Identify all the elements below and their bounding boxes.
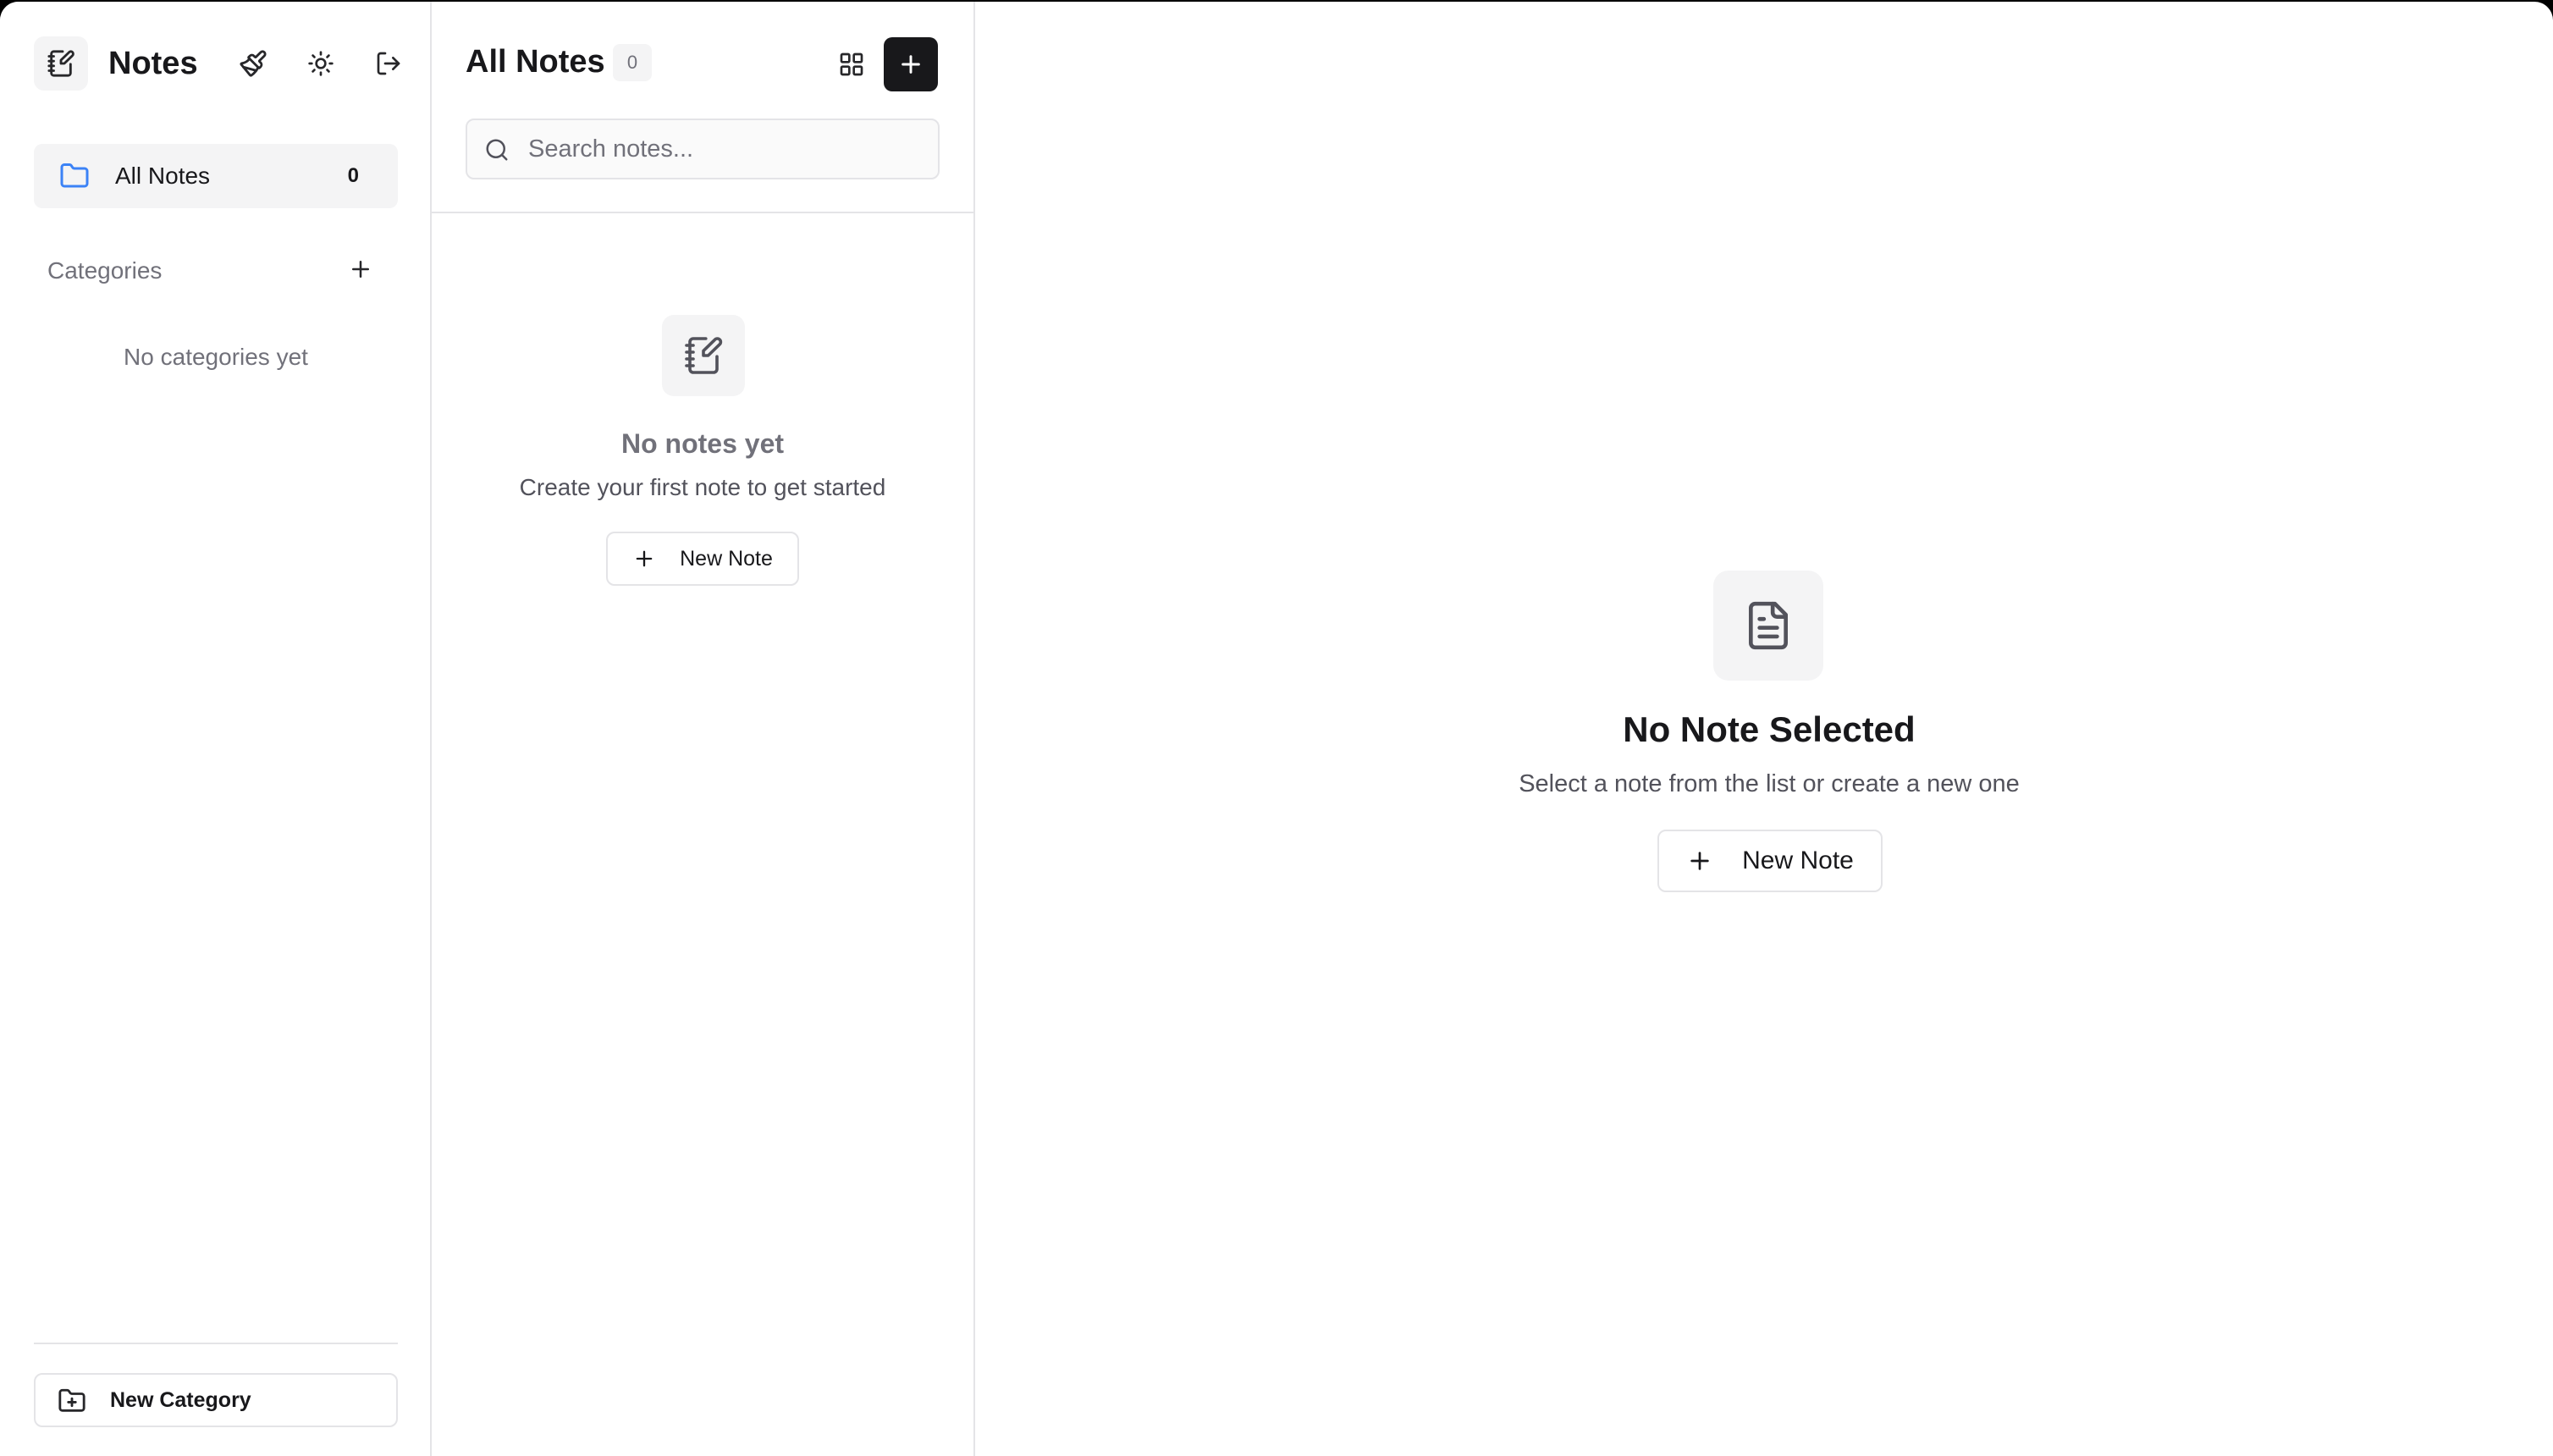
sidebar: Notes All Notes 0 Categories No categori… [0,2,432,1456]
new-category-button[interactable]: New Category [34,1373,398,1427]
grid-view-button[interactable] [833,46,870,83]
file-text-icon [1749,601,1788,650]
note-editor-area: No Note Selected Select a note from the … [975,2,2553,1456]
grid-icon [840,52,863,76]
notebook-pen-icon [685,337,723,374]
search-box [466,119,940,179]
sidebar-item-all-notes[interactable]: All Notes 0 [34,144,398,208]
no-note-illustration [1713,571,1823,681]
new-note-button[interactable]: New Note [606,532,799,586]
plus-icon [636,550,653,567]
new-category-label: New Category [110,1387,251,1412]
sidebar-header: Notes [34,36,400,91]
sidebar-item-label: All Notes [115,163,211,189]
all-notes-count: 0 [347,164,359,187]
folder-icon [60,163,89,188]
logout-icon[interactable] [369,44,408,83]
folder-plus-icon [58,1388,85,1412]
sun-icon[interactable] [301,44,340,83]
app-title: Notes [108,45,198,81]
main-new-note-button[interactable]: New Note [1657,830,1883,892]
no-note-subtitle: Select a note from the list or create a … [1519,770,2020,797]
app-logo[interactable] [34,36,88,91]
plus-icon [902,55,920,74]
no-note-title: No Note Selected [1623,709,1916,749]
notes-list-title: All Notes [466,44,605,80]
notes-list-divider [432,212,973,213]
empty-notes-illustration [662,315,745,396]
notes-empty-title: No notes yet [620,428,785,459]
sidebar-divider [34,1343,398,1344]
categories-empty-text: No categories yet [124,344,308,370]
search-icon [486,139,508,161]
add-category-button[interactable] [344,252,378,286]
categories-heading: Categories [47,257,163,284]
notes-empty-subtitle: Create your first note to get started [519,474,886,500]
search-input[interactable] [528,120,926,178]
notebook-pen-icon [47,50,74,77]
notes-list-panel: All Notes 0 No note [432,2,975,1456]
plus-icon [1690,852,1709,870]
brush-icon[interactable] [234,44,273,83]
new-note-label: New Note [680,546,773,571]
main-new-note-label: New Note [1742,847,1854,874]
notes-count-badge: 0 [613,44,652,81]
add-note-button[interactable] [884,37,938,91]
plus-icon [352,261,369,278]
app-window: Notes All Notes 0 Categories No categori… [0,2,2553,1456]
